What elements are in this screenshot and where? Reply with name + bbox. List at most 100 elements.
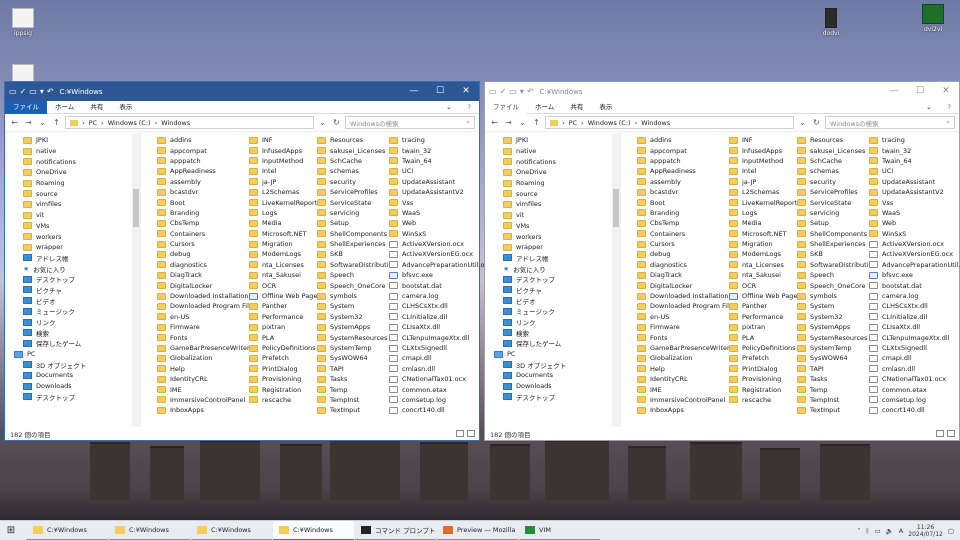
undo-icon[interactable]: ↶	[47, 87, 54, 96]
file-item[interactable]: Offline Web Pages	[249, 291, 321, 301]
network-icon[interactable]: ▭	[875, 527, 881, 535]
nav-item[interactable]: ビデオ	[5, 295, 140, 306]
nav-item[interactable]: notifications	[5, 156, 140, 167]
file-item[interactable]: cmlasn.dll	[389, 364, 492, 374]
nav-item[interactable]: OneDrive	[5, 167, 140, 178]
undo-icon[interactable]: ↶	[527, 87, 534, 96]
file-item[interactable]: camera.log	[869, 291, 960, 301]
nav-item[interactable]: wrapper	[5, 242, 140, 253]
file-item[interactable]: CLIsaXtx.dll	[389, 322, 492, 332]
file-item[interactable]: common.etax	[389, 384, 492, 394]
file-item[interactable]: OCR	[729, 280, 801, 290]
file-item[interactable]: SystemResources	[317, 332, 397, 342]
file-item[interactable]: SchCache	[797, 156, 877, 166]
file-item[interactable]: ServiceProfiles	[797, 187, 877, 197]
nav-item[interactable]: ピクチャ	[5, 285, 140, 296]
file-item[interactable]: ServiceProfiles	[317, 187, 397, 197]
file-item[interactable]: SysWOW64	[317, 353, 397, 363]
file-item[interactable]: SystemTemp	[797, 343, 877, 353]
file-item[interactable]: TextInput	[797, 405, 877, 415]
file-item[interactable]: en-US	[637, 312, 736, 322]
nav-item[interactable]: workers	[5, 231, 140, 242]
file-item[interactable]: CLHSCsXtx.dll	[389, 301, 492, 311]
file-item[interactable]: UpdateAssistantV2	[869, 187, 960, 197]
navigation-pane[interactable]: JPKI native notifications OneDrive Roaming so…	[5, 133, 141, 427]
nav-item[interactable]: workers	[485, 231, 620, 242]
explorer-window-left[interactable]: ▭ ✓ ▭ ▾ ↶ C:¥Windows — ☐ ✕ ファイル ホーム 共有 表…	[4, 81, 492, 441]
file-item[interactable]: Fonts	[157, 332, 256, 342]
file-item[interactable]: diagnostics	[637, 260, 736, 270]
file-item[interactable]: Twain_64	[869, 156, 960, 166]
file-item[interactable]: ServiceState	[797, 197, 877, 207]
file-item[interactable]: Speech_OneCore	[797, 280, 877, 290]
large-icons-view-icon[interactable]	[947, 430, 955, 437]
up-icon[interactable]: ↑	[51, 118, 62, 127]
file-item[interactable]: ImmersiveControlPanel	[637, 395, 736, 405]
file-item[interactable]: SysWOW64	[797, 353, 877, 363]
file-item[interactable]: TempInst	[797, 395, 877, 405]
file-item[interactable]: pixtran	[249, 322, 321, 332]
nav-item[interactable]: native	[485, 146, 620, 157]
file-item[interactable]: IME	[157, 384, 256, 394]
nav-scrollbar[interactable]	[612, 133, 620, 427]
file-item[interactable]: UpdateAssistant	[389, 177, 492, 187]
file-item[interactable]: INF	[249, 135, 321, 145]
file-item[interactable]: PLA	[249, 332, 321, 342]
nav-item[interactable]: VMs	[485, 221, 620, 232]
file-item[interactable]: common.etax	[869, 384, 960, 394]
recent-dropdown-icon[interactable]: ⌄	[517, 118, 528, 127]
file-item[interactable]: Help	[157, 364, 256, 374]
file-item[interactable]: ImmersiveControlPanel	[157, 395, 256, 405]
breadcrumb-windows[interactable]: Windows	[161, 119, 190, 127]
back-icon[interactable]: ←	[489, 118, 500, 127]
nav-item[interactable]: Roaming	[5, 178, 140, 189]
file-item[interactable]: Branding	[157, 208, 256, 218]
maximize-icon[interactable]: ☐	[907, 82, 933, 101]
file-item[interactable]: TAPI	[317, 364, 397, 374]
refresh-icon[interactable]: ↻	[331, 118, 342, 127]
file-item[interactable]: apppatch	[157, 156, 256, 166]
nav-item[interactable]: リンク	[5, 317, 140, 328]
recent-dropdown-icon[interactable]: ⌄	[37, 118, 48, 127]
file-item[interactable]: Vss	[869, 197, 960, 207]
file-item[interactable]: Panther	[729, 301, 801, 311]
search-input[interactable]: Windowsの検索 ⌕	[345, 116, 475, 129]
details-view-icon[interactable]	[456, 430, 464, 437]
file-item[interactable]: PolicyDefinitions	[249, 343, 321, 353]
file-item[interactable]: CLInitialize.dll	[389, 312, 492, 322]
file-item[interactable]: Setup	[317, 218, 397, 228]
file-item[interactable]: PrintDialog	[729, 364, 801, 374]
file-item[interactable]: INF	[729, 135, 801, 145]
nav-item[interactable]: ミュージック	[5, 306, 140, 317]
nav-item[interactable]: ピクチャ	[485, 285, 620, 296]
file-item[interactable]: tracing	[389, 135, 492, 145]
file-item[interactable]: Resources	[317, 135, 397, 145]
file-item[interactable]: Cursors	[637, 239, 736, 249]
file-item[interactable]: IdentityCRL	[157, 374, 256, 384]
file-item[interactable]: ActiveXVersionEG.ocx	[869, 249, 960, 259]
file-item[interactable]: cmapi.dll	[869, 353, 960, 363]
file-item[interactable]: Microsoft.NET	[729, 229, 801, 239]
address-bar[interactable]: › PC › Windows (C:) › Windows	[545, 116, 794, 129]
file-item[interactable]: Migration	[249, 239, 321, 249]
breadcrumb-drive[interactable]: Windows (C:)	[108, 119, 151, 127]
file-item[interactable]: OCR	[249, 280, 321, 290]
file-item[interactable]: System32	[317, 312, 397, 322]
file-item[interactable]: Media	[249, 218, 321, 228]
file-item[interactable]: Firmware	[637, 322, 736, 332]
file-item[interactable]: ShellExperiences	[317, 239, 397, 249]
file-item[interactable]: Prefetch	[249, 353, 321, 363]
file-item[interactable]: Setup	[797, 218, 877, 228]
clock[interactable]: 11:26 2024/07/12	[908, 524, 943, 538]
file-item[interactable]: GameBarPresenceWriter	[157, 343, 256, 353]
file-item[interactable]: System	[317, 301, 397, 311]
tab-file[interactable]: ファイル	[485, 100, 527, 114]
file-item[interactable]: appcompat	[157, 145, 256, 155]
file-item[interactable]: pixtran	[729, 322, 801, 332]
file-item[interactable]: servicing	[317, 208, 397, 218]
nav-item[interactable]: Downloads	[485, 381, 620, 392]
nav-item[interactable]: 保存したゲーム	[485, 338, 620, 349]
file-item[interactable]: Containers	[157, 229, 256, 239]
file-item[interactable]: nta_Sakusei	[729, 270, 801, 280]
navigation-pane[interactable]: JPKI native notifications OneDrive Roaming so…	[485, 133, 621, 427]
